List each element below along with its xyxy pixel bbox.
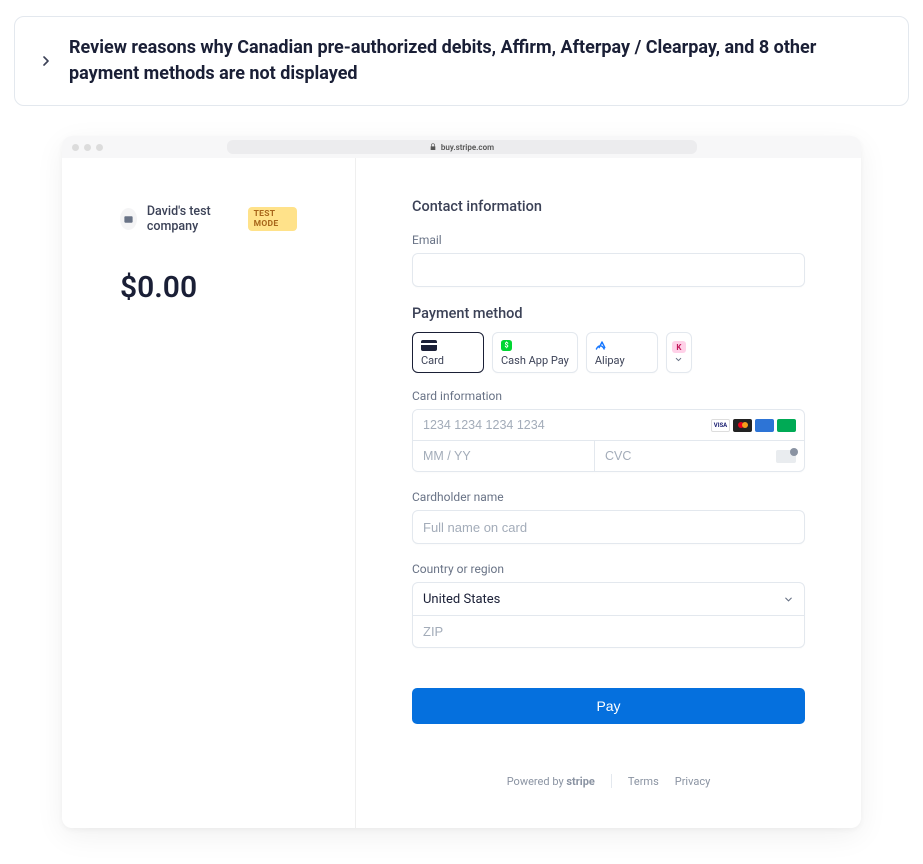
url-text: buy.stripe.com [441, 143, 494, 152]
card-block: VISA [412, 409, 805, 472]
cardholder-input[interactable] [412, 510, 805, 544]
amount: $0.00 [120, 270, 297, 305]
expiry-input[interactable] [413, 441, 594, 471]
country-block: United States [412, 582, 805, 648]
payment-method-tabs: Card $ Cash App Pay Alipay K [412, 332, 805, 373]
traffic-dot [72, 144, 79, 151]
pm-tab-label: Card [421, 354, 475, 367]
jcb-icon [777, 419, 796, 432]
country-label: Country or region [412, 562, 805, 576]
klarna-icon: K [672, 341, 686, 353]
cvc-icon [776, 450, 796, 463]
divider [611, 774, 612, 788]
review-banner[interactable]: Review reasons why Canadian pre-authoriz… [14, 16, 909, 106]
browser-chrome: buy.stripe.com [62, 136, 861, 158]
checkout-body: David's test company TEST MODE $0.00 Con… [62, 158, 861, 828]
pm-tab-label: Cash App Pay [501, 354, 569, 367]
privacy-link[interactable]: Privacy [675, 775, 711, 788]
traffic-dot [96, 144, 103, 151]
alipay-icon [595, 339, 649, 351]
traffic-dot [84, 144, 91, 151]
stripe-logo: stripe [566, 775, 594, 788]
mastercard-icon [733, 419, 752, 432]
card-number-input[interactable] [413, 410, 711, 440]
chevron-down-icon [783, 594, 794, 605]
test-mode-badge: TEST MODE [248, 207, 297, 231]
pm-tab-label: Alipay [595, 354, 649, 367]
card-icon [421, 339, 475, 351]
browser-window: buy.stripe.com David's test company TEST… [62, 136, 861, 828]
email-input[interactable] [412, 253, 805, 287]
zip-input[interactable] [423, 624, 794, 639]
terms-link[interactable]: Terms [628, 775, 659, 788]
lock-icon [429, 143, 437, 151]
summary-pane: David's test company TEST MODE $0.00 [62, 158, 356, 828]
country-select[interactable]: United States [413, 583, 804, 615]
card-info-label: Card information [412, 389, 805, 403]
payment-method-heading: Payment method [412, 305, 805, 322]
chevron-down-icon [674, 355, 683, 364]
pm-tab-cashapp[interactable]: $ Cash App Pay [492, 332, 578, 373]
powered-by: Powered by stripe [507, 775, 595, 788]
visa-icon: VISA [711, 419, 730, 432]
card-brand-icons: VISA [711, 419, 804, 432]
form-pane: Contact information Email Payment method… [356, 158, 861, 828]
traffic-lights [72, 144, 103, 151]
country-value: United States [423, 592, 783, 607]
cvc-input[interactable] [595, 441, 776, 471]
svg-text:$: $ [504, 340, 508, 349]
url-bar: buy.stripe.com [227, 140, 697, 154]
merchant-icon [120, 208, 137, 230]
cardholder-label: Cardholder name [412, 490, 805, 504]
pm-tab-card[interactable]: Card [412, 332, 484, 373]
email-label: Email [412, 233, 805, 247]
footer: Powered by stripe Terms Privacy [412, 724, 805, 788]
cashapp-icon: $ [501, 339, 569, 351]
pm-tab-more[interactable]: K [666, 332, 692, 373]
contact-heading: Contact information [412, 198, 805, 215]
chevron-right-icon [37, 53, 55, 69]
merchant-row: David's test company TEST MODE [120, 204, 297, 234]
pm-tab-alipay[interactable]: Alipay [586, 332, 658, 373]
unionpay-icon [755, 419, 774, 432]
pay-button[interactable]: Pay [412, 688, 805, 724]
banner-text: Review reasons why Canadian pre-authoriz… [69, 35, 886, 87]
merchant-name: David's test company [147, 204, 238, 234]
